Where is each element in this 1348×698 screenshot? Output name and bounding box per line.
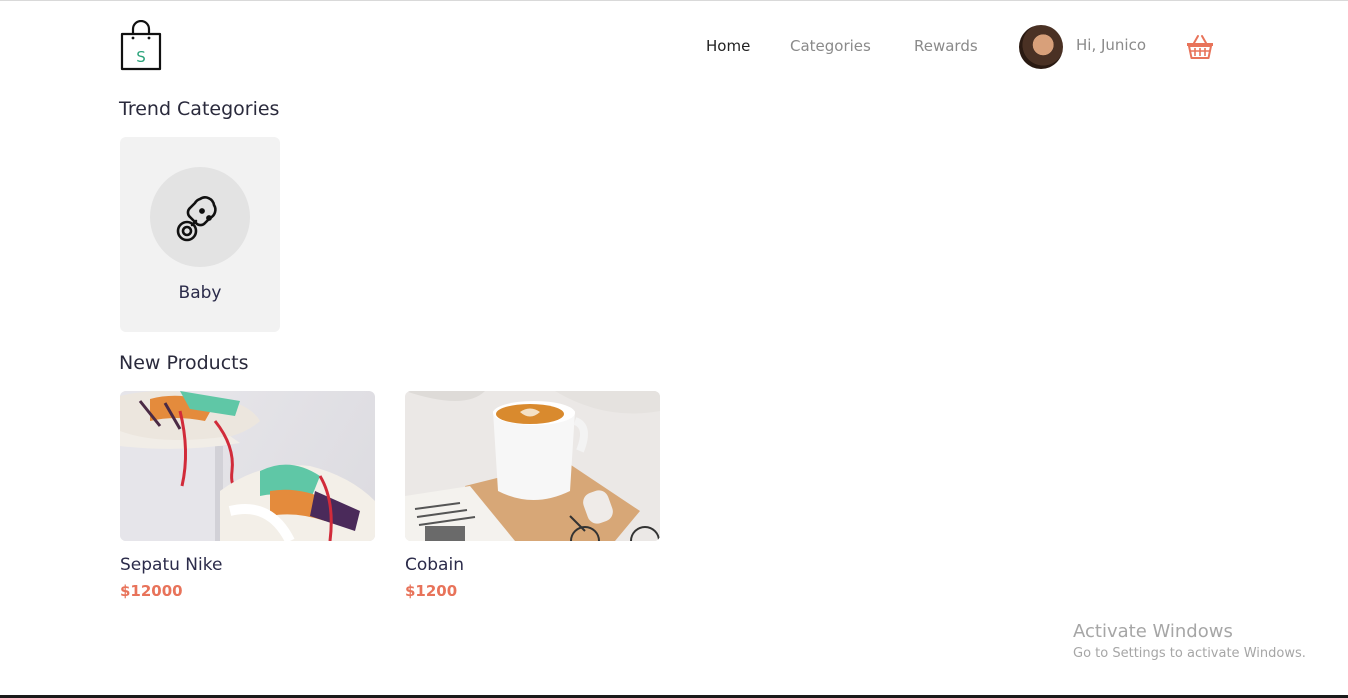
user-greeting[interactable]: Hi, Junico: [1076, 36, 1146, 54]
activation-watermark: Activate Windows Go to Settings to activ…: [1073, 621, 1306, 661]
new-products-title: New Products: [119, 352, 249, 374]
shopping-bag-icon[interactable]: S: [119, 20, 163, 72]
product-card[interactable]: Sepatu Nike $12000: [120, 391, 375, 600]
category-card-baby[interactable]: Baby: [120, 137, 280, 332]
category-icon-circle: [150, 167, 250, 267]
nav-home[interactable]: Home: [706, 37, 750, 55]
product-price: $12000: [120, 582, 183, 600]
pacifier-icon: [176, 196, 217, 242]
nav-categories[interactable]: Categories: [790, 37, 871, 55]
product-image-shoes[interactable]: [120, 391, 375, 541]
product-card[interactable]: Cobain $1200: [405, 391, 660, 600]
product-name[interactable]: Sepatu Nike: [120, 555, 222, 575]
product-image-coffee[interactable]: [405, 391, 660, 541]
basket-icon[interactable]: [1186, 34, 1214, 60]
product-name[interactable]: Cobain: [405, 555, 464, 575]
nav-rewards[interactable]: Rewards: [914, 37, 978, 55]
watermark-title: Activate Windows: [1073, 621, 1233, 642]
watermark-subtitle: Go to Settings to activate Windows.: [1073, 646, 1306, 661]
trend-categories-title: Trend Categories: [119, 98, 280, 120]
category-label: Baby: [178, 283, 222, 303]
svg-text:S: S: [136, 48, 146, 66]
avatar[interactable]: [1019, 25, 1063, 69]
product-price: $1200: [405, 582, 458, 600]
